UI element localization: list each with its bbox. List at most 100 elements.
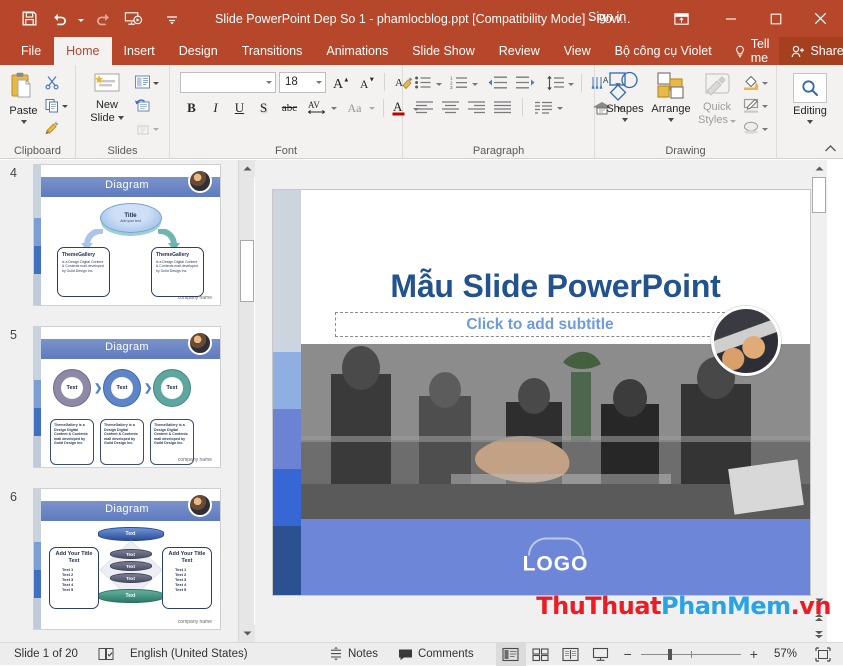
underline-button[interactable]: U xyxy=(228,97,251,119)
view-normal-button[interactable] xyxy=(496,643,526,666)
view-slide-sorter-button[interactable] xyxy=(526,643,556,666)
start-presentation-icon[interactable] xyxy=(118,5,148,33)
comments-button[interactable]: Comments xyxy=(388,643,484,666)
paste-dropdown-icon[interactable] xyxy=(21,120,27,124)
thumbnail-scrollbar[interactable] xyxy=(238,160,254,642)
slide-scroll-up-icon[interactable] xyxy=(811,160,827,176)
subtitle-placeholder[interactable]: Click to add subtitle xyxy=(335,312,745,337)
zoom-handle[interactable] xyxy=(668,649,672,660)
line-spacing-button[interactable] xyxy=(544,72,566,93)
bold-button[interactable]: B xyxy=(180,97,203,119)
maximize-button[interactable] xyxy=(753,0,798,37)
tab-insert[interactable]: Insert xyxy=(112,37,167,65)
language-label[interactable]: English (United States) xyxy=(124,643,258,666)
tab-file[interactable]: File xyxy=(8,37,54,65)
zoom-in-button[interactable]: + xyxy=(748,646,760,662)
zoom-level-label[interactable]: 57% xyxy=(766,643,805,666)
arrange-button[interactable]: Arrange xyxy=(647,69,695,122)
tab-transitions[interactable]: Transitions xyxy=(230,37,315,65)
columns-button[interactable] xyxy=(531,96,555,117)
decrease-font-size-button[interactable]: A xyxy=(355,71,378,93)
font-size-combo[interactable]: 18 xyxy=(279,72,326,93)
thumbnail-scroll-up-icon[interactable] xyxy=(239,160,255,177)
section-button[interactable] xyxy=(132,117,161,139)
shapes-dropdown-icon[interactable] xyxy=(622,118,628,122)
quick-styles-button[interactable]: QuickStyles xyxy=(695,69,739,127)
close-button[interactable] xyxy=(798,0,843,37)
paste-button[interactable]: Paste xyxy=(5,69,42,124)
undo-dropdown-icon[interactable] xyxy=(74,5,88,33)
customize-qat-icon[interactable] xyxy=(157,5,187,33)
thumbnail-slide-4[interactable]: 4 Diagram Title Add your text ThemeGal xyxy=(0,160,238,322)
reset-button[interactable] xyxy=(132,94,161,116)
slide-count-label[interactable]: Slide 1 of 20 xyxy=(0,643,88,666)
tab-view[interactable]: View xyxy=(552,37,603,65)
next-slide-icon[interactable] xyxy=(811,626,827,642)
justify-button[interactable] xyxy=(490,96,514,117)
tell-me-box[interactable]: Tell me xyxy=(724,37,780,65)
slide-thumbnail-pane[interactable]: 4 Diagram Title Add your text ThemeGal xyxy=(0,160,238,642)
view-reading-button[interactable] xyxy=(556,643,586,666)
zoom-slider[interactable]: − + xyxy=(616,646,766,662)
decrease-indent-button[interactable] xyxy=(484,72,510,93)
thumbnail-slide-6[interactable]: 6 Diagram Text Text Text Text Text xyxy=(0,484,238,642)
notes-button[interactable]: Notes xyxy=(319,643,388,666)
save-icon[interactable] xyxy=(14,5,44,33)
slide-avatar-image[interactable] xyxy=(711,306,781,376)
arrange-dropdown-icon[interactable] xyxy=(668,118,674,122)
thumbnail-scroll-thumb[interactable] xyxy=(240,240,254,302)
editing-button[interactable]: Editing xyxy=(785,71,835,124)
align-right-button[interactable] xyxy=(464,96,488,117)
align-left-button[interactable] xyxy=(412,96,436,117)
font-name-combo[interactable] xyxy=(180,72,276,93)
format-painter-button[interactable] xyxy=(42,117,70,139)
fit-slide-button[interactable] xyxy=(805,643,843,666)
slide-canvas[interactable]: LOGO Mẫu Slide PowerPoint Click to add s… xyxy=(273,190,810,595)
slide-edit-area[interactable]: LOGO Mẫu Slide PowerPoint Click to add s… xyxy=(255,160,827,642)
tab-home[interactable]: Home xyxy=(54,37,111,65)
collapse-ribbon-icon[interactable] xyxy=(824,143,837,154)
italic-button[interactable]: I xyxy=(204,97,227,119)
thumbnail-slide-5[interactable]: 5 Diagram Text ❯ Text ❯ Text ThemeGaller… xyxy=(0,322,238,484)
ribbon-display-options-icon[interactable] xyxy=(668,8,694,30)
slide-title[interactable]: Mẫu Slide PowerPoint xyxy=(301,268,810,305)
shapes-button[interactable]: Shapes xyxy=(603,69,647,122)
shape-fill-button[interactable] xyxy=(741,71,770,93)
layout-button[interactable] xyxy=(132,71,161,93)
text-shadow-button[interactable]: S xyxy=(252,97,275,119)
sign-in-button[interactable]: Sign in xyxy=(588,10,626,24)
strikethrough-button[interactable]: abc xyxy=(276,97,303,119)
shape-effects-button[interactable] xyxy=(741,117,770,139)
layout-dropdown-icon[interactable] xyxy=(153,82,159,85)
zoom-track[interactable] xyxy=(641,654,741,655)
slide-vertical-scrollbar[interactable] xyxy=(811,160,827,642)
section-dropdown-icon[interactable] xyxy=(153,128,159,131)
zoom-out-button[interactable]: − xyxy=(622,646,634,662)
undo-icon[interactable] xyxy=(44,5,74,33)
increase-font-size-button[interactable]: A xyxy=(329,71,352,93)
accessibility-checker-button[interactable] xyxy=(88,643,124,666)
character-spacing-button[interactable]: AV xyxy=(304,97,329,119)
tab-review[interactable]: Review xyxy=(487,37,552,65)
tab-violet-toolkit[interactable]: Bộ công cụ Violet xyxy=(603,37,724,65)
thumbnail-scroll-down-icon[interactable] xyxy=(239,625,255,642)
cut-button[interactable] xyxy=(42,71,70,93)
numbering-button[interactable]: 123 xyxy=(448,72,470,93)
copy-dropdown-icon[interactable] xyxy=(62,105,68,108)
bullets-button[interactable] xyxy=(412,72,434,93)
change-case-button[interactable]: Aa xyxy=(342,97,367,119)
view-slideshow-button[interactable] xyxy=(586,643,616,666)
editing-dropdown-icon[interactable] xyxy=(807,120,813,124)
increase-indent-button[interactable] xyxy=(512,72,538,93)
new-slide-button[interactable]: NewSlide xyxy=(84,69,130,125)
minimize-button[interactable] xyxy=(708,0,753,37)
share-button[interactable]: Share xyxy=(779,37,843,65)
tab-animations[interactable]: Animations xyxy=(314,37,400,65)
align-center-button[interactable] xyxy=(438,96,462,117)
tab-design[interactable]: Design xyxy=(167,37,230,65)
redo-icon[interactable] xyxy=(88,5,118,33)
tab-slide-show[interactable]: Slide Show xyxy=(400,37,487,65)
slide-scroll-thumb[interactable] xyxy=(812,177,826,213)
shape-outline-button[interactable] xyxy=(741,94,770,116)
copy-button[interactable] xyxy=(42,94,70,116)
